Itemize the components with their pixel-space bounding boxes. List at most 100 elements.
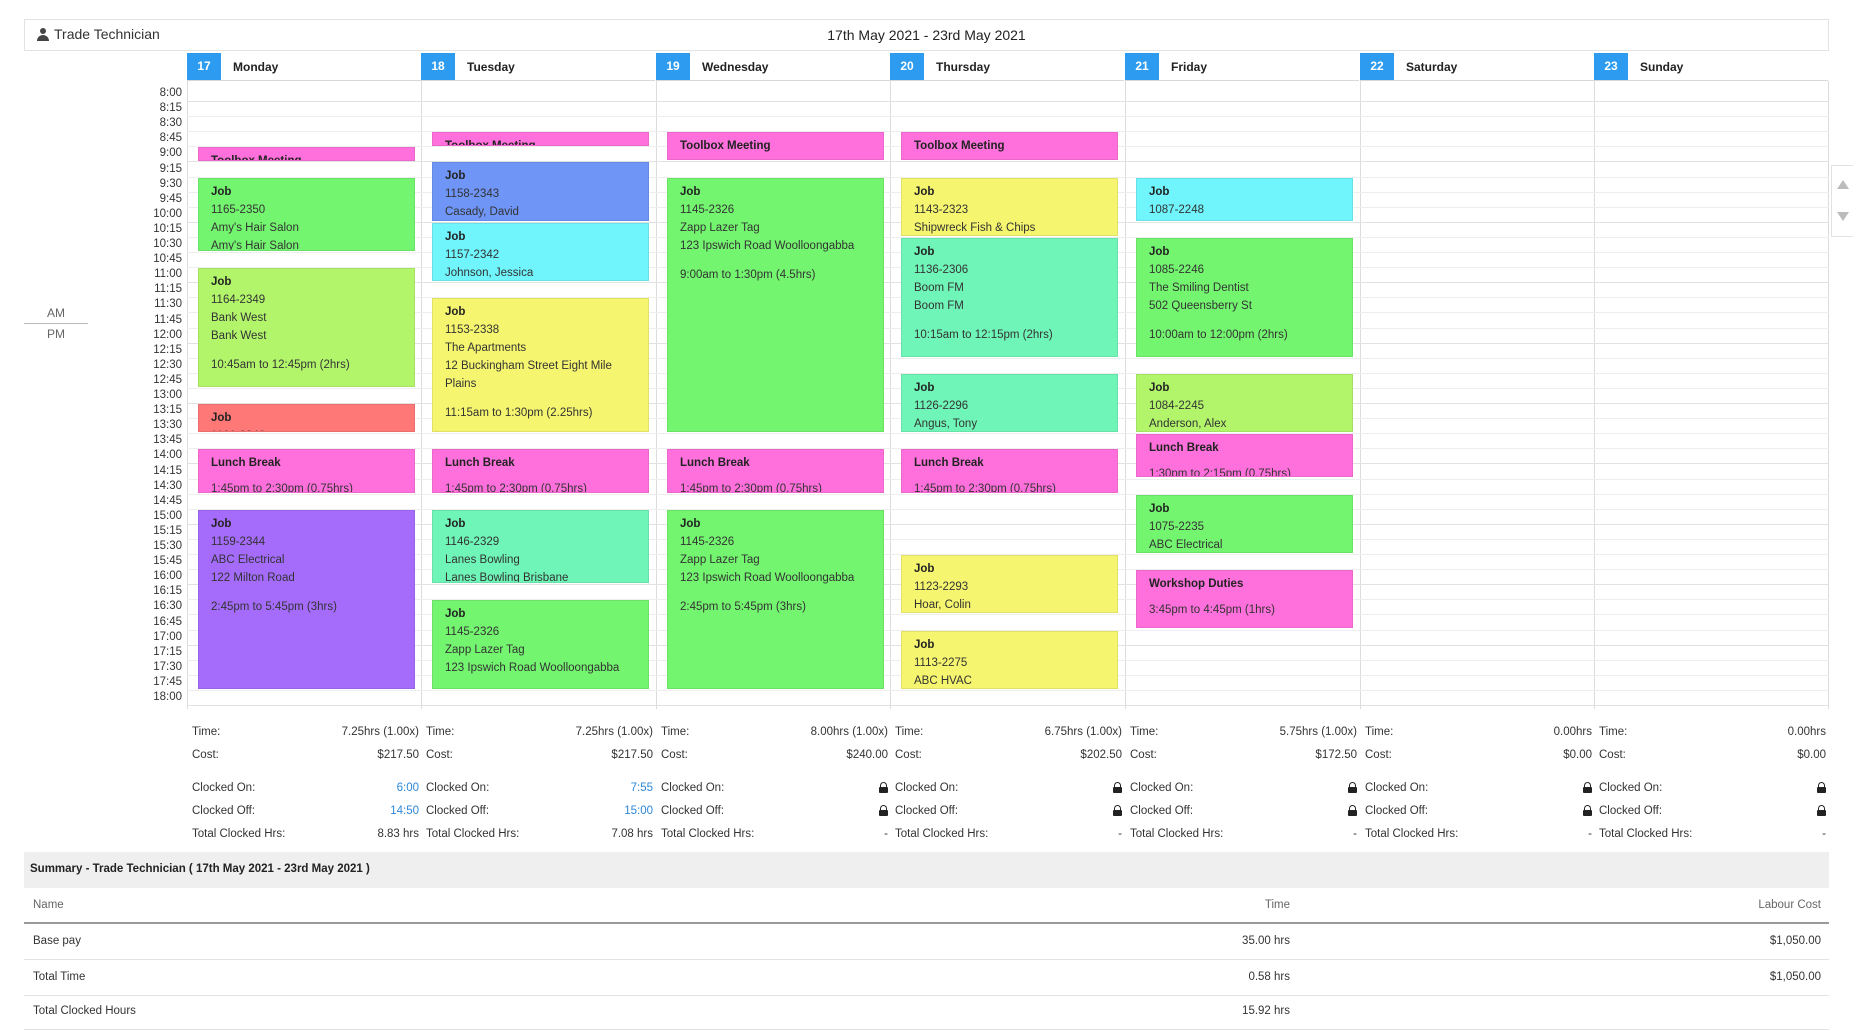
day-number[interactable]: 18 bbox=[421, 53, 455, 80]
lock-icon[interactable] bbox=[1583, 805, 1592, 816]
event-title: Job bbox=[445, 170, 466, 183]
day-header-saturday[interactable]: 22 Saturday bbox=[1360, 53, 1594, 81]
event-detail: Angus, Tony bbox=[914, 417, 978, 430]
calendar-event[interactable]: Job 1153-2338 The Apartments 12 Buckingham … bbox=[432, 298, 649, 433]
lock-icon-wrap[interactable] bbox=[1583, 805, 1592, 819]
calendar-event[interactable]: Lunch Break 1:30pm to 2:15pm (0.75hrs) bbox=[1136, 434, 1353, 478]
scroll-control bbox=[1831, 165, 1853, 237]
calendar-event[interactable]: Job 1145-2326 Zapp Lazer Tag 123 Ipswich Ro… bbox=[667, 177, 884, 433]
lock-icon[interactable] bbox=[879, 782, 888, 793]
day-header-monday[interactable]: 17 Monday bbox=[187, 53, 421, 81]
lock-icon-wrap[interactable] bbox=[1817, 782, 1826, 796]
calendar-event[interactable]: Job 1143-2323 Shipwreck Fish & Chips bbox=[901, 177, 1118, 236]
day-number[interactable]: 22 bbox=[1360, 53, 1394, 80]
lock-icon[interactable] bbox=[1817, 805, 1826, 816]
time-label: 11:00 bbox=[154, 268, 182, 281]
calendar-event[interactable]: Workshop Duties 3:45pm to 4:45pm (1hrs) bbox=[1136, 570, 1353, 629]
event-detail: Zapp Lazer Tag bbox=[680, 553, 760, 566]
day-header-tuesday[interactable]: 18 Tuesday bbox=[421, 53, 655, 81]
event-title: Job bbox=[445, 608, 466, 621]
scroll-up-icon[interactable] bbox=[1837, 180, 1849, 189]
scroll-down-icon[interactable] bbox=[1837, 212, 1849, 221]
calendar-event[interactable]: Lunch Break 1:45pm to 2:30pm (0.75hrs) bbox=[432, 449, 649, 493]
calendar-event[interactable]: Job 1164-2349 Bank West Bank West 10:45am to… bbox=[198, 268, 415, 387]
lock-icon-wrap[interactable] bbox=[879, 805, 888, 819]
lock-icon[interactable] bbox=[1583, 782, 1592, 793]
event-title: Job bbox=[914, 563, 935, 575]
lock-icon-wrap[interactable] bbox=[1113, 805, 1122, 819]
calendar-event[interactable]: Toolbox Meeting bbox=[667, 132, 884, 161]
day-header-wednesday[interactable]: 19 Wednesday bbox=[656, 53, 890, 81]
stat-value[interactable]: 7:55 bbox=[631, 782, 653, 794]
stat-clocked-on: Clocked On: 7:55 bbox=[426, 782, 653, 802]
lock-icon[interactable] bbox=[1113, 782, 1122, 793]
calendar-event[interactable]: Job 1161-2346 bbox=[198, 404, 415, 433]
event-detail: 1113-2275 bbox=[914, 656, 968, 669]
lock-icon[interactable] bbox=[879, 805, 888, 816]
calendar-event[interactable]: Job 1136-2306 Boom FM Boom FM 10:15am to 12:… bbox=[901, 237, 1118, 357]
stat-value[interactable]: 6:00 bbox=[397, 782, 419, 794]
calendar-event[interactable]: Lunch Break 1:45pm to 2:30pm (0.75hrs) bbox=[901, 449, 1118, 493]
col-header-labour-cost: Labour Cost bbox=[1758, 899, 1821, 911]
calendar-event[interactable]: Job 1165-2350 Amy's Hair Salon Amy's Hair S… bbox=[198, 177, 415, 251]
calendar-event[interactable]: Job 1084-2245 Anderson, Alex bbox=[1136, 373, 1353, 433]
time-label: 8:00 bbox=[159, 87, 182, 99]
am-label[interactable]: AM bbox=[24, 306, 88, 320]
day-number[interactable]: 21 bbox=[1125, 53, 1159, 80]
calendar-event[interactable]: Toolbox Meeting bbox=[901, 132, 1118, 161]
day-header-sunday[interactable]: 23 Sunday bbox=[1594, 53, 1828, 81]
calendar-event[interactable]: Job 1159-2344 ABC Electrical 122 Milton Roa… bbox=[198, 509, 415, 689]
calendar-event[interactable]: Job 1146-2329 Lanes Bowling Lanes Bowling B… bbox=[432, 509, 649, 584]
lock-icon-wrap[interactable] bbox=[1348, 782, 1357, 796]
calendar-event[interactable]: Toolbox Meeting bbox=[198, 147, 415, 162]
calendar-event[interactable]: Job1113-2275ABC HVAC141 Richmond Road Ca… bbox=[901, 630, 1118, 689]
day-number[interactable]: 19 bbox=[656, 53, 690, 80]
lock-icon-wrap[interactable] bbox=[1113, 782, 1122, 796]
stat-time: Time: 6.75hrs (1.00x) bbox=[895, 726, 1122, 746]
stat-clocked-off: Clocked Off: 14:50 bbox=[192, 805, 419, 825]
day-number[interactable]: 20 bbox=[890, 53, 924, 80]
lock-icon-wrap[interactable] bbox=[1348, 805, 1357, 819]
event-title: Job bbox=[680, 517, 701, 530]
pm-label[interactable]: PM bbox=[24, 327, 88, 341]
calendar-event[interactable]: Job 1087-2248 bbox=[1136, 177, 1353, 221]
calendar-event[interactable]: Toolbox Meeting bbox=[432, 132, 649, 147]
calendar-event[interactable]: Job 1145-2326 Zapp Lazer Tag 123 Ipswich Ro… bbox=[432, 600, 649, 689]
day-header-friday[interactable]: 21 Friday bbox=[1125, 53, 1359, 81]
stat-total: Total Clocked Hrs: - bbox=[661, 828, 888, 848]
event-title: Job bbox=[1149, 381, 1170, 394]
stat-label: Time: bbox=[426, 726, 455, 738]
calendar-event[interactable]: Job 1085-2246 The Smiling Dentist 502 Queen… bbox=[1136, 237, 1353, 357]
event-detail: 1157-2342 bbox=[445, 248, 500, 261]
calendar-event[interactable]: Job 1123-2293 Hoar, Colin bbox=[901, 555, 1118, 614]
event-detail: 123 Ipswich Road Woolloongabba bbox=[680, 239, 855, 252]
lock-icon-wrap[interactable] bbox=[1583, 782, 1592, 796]
calendar-event[interactable]: Job 1158-2343 Casady, David bbox=[432, 162, 649, 221]
lock-icon-wrap[interactable] bbox=[1817, 805, 1826, 819]
stat-value: - bbox=[1118, 828, 1122, 840]
stat-value[interactable]: 14:50 bbox=[390, 805, 419, 817]
stat-value[interactable]: 15:00 bbox=[624, 805, 653, 817]
calendar-event[interactable]: Lunch Break 1:45pm to 2:30pm (0.75hrs) bbox=[198, 449, 415, 493]
lock-icon[interactable] bbox=[1817, 782, 1826, 793]
lock-icon[interactable] bbox=[1113, 805, 1122, 816]
lock-icon-wrap[interactable] bbox=[879, 782, 888, 796]
calendar-event[interactable]: Job 1075-2235 ABC Electrical bbox=[1136, 494, 1353, 553]
lock-icon[interactable] bbox=[1348, 782, 1357, 793]
lock-icon[interactable] bbox=[1348, 805, 1357, 816]
calendar-event[interactable]: Job 1157-2342 Johnson, Jessica bbox=[432, 222, 649, 282]
stat-cost: Cost: $172.50 bbox=[1130, 749, 1357, 769]
event-time-range: 10:00am to 12:00pm (2hrs) bbox=[1149, 328, 1288, 341]
stat-time: Time: 7.25hrs (1.00x) bbox=[426, 726, 653, 746]
stat-label: Clocked Off: bbox=[1130, 805, 1194, 817]
day-number[interactable]: 23 bbox=[1594, 53, 1628, 80]
time-label: 9:15 bbox=[159, 162, 182, 175]
calendar-event[interactable]: Lunch Break 1:45pm to 2:30pm (0.75hrs) bbox=[667, 449, 884, 493]
day-header-thursday[interactable]: 20 Thursday bbox=[890, 53, 1124, 81]
calendar-event[interactable]: Job 1126-2296 Angus, Tony bbox=[901, 373, 1118, 433]
event-detail: 1143-2323 bbox=[914, 203, 969, 216]
stat-label: Time: bbox=[895, 726, 924, 738]
day-number[interactable]: 17 bbox=[187, 53, 221, 80]
calendar-event[interactable]: Job 1145-2326 Zapp Lazer Tag 123 Ipswich Ro… bbox=[667, 509, 884, 689]
stat-label: Clocked On: bbox=[1130, 782, 1194, 794]
